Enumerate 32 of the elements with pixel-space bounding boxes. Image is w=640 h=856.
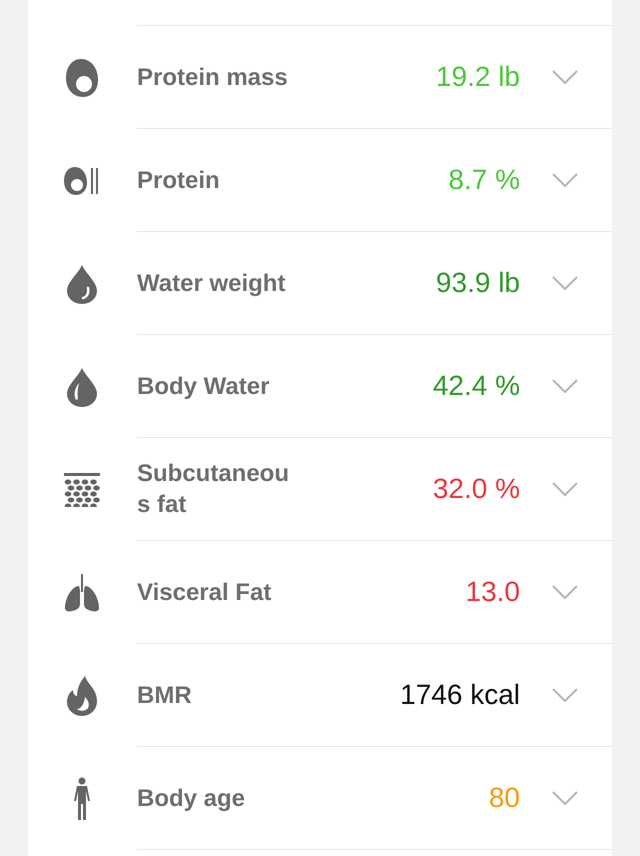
metric-value: 32.0 % [432,472,520,506]
metric-label: Protein mass [137,62,289,92]
egg-bars-icon [62,166,100,196]
chevron-down-icon[interactable] [552,379,578,393]
metric-label: Body Water [137,372,270,402]
metric-label: Body age [137,784,246,814]
chevron-down-icon[interactable] [552,585,578,599]
flame-icon [64,674,98,716]
lungs-icon [64,574,100,612]
metric-value: 93.9 lb [436,266,520,300]
chevron-down-icon[interactable] [552,791,578,805]
chevron-down-icon[interactable] [552,173,578,187]
drop-icon [66,264,98,304]
egg-icon [64,58,98,98]
chevron-down-icon[interactable] [552,70,578,84]
metric-label: Protein [137,166,221,196]
metric-value: 42.4 % [432,369,520,403]
metric-label: Subcutaneou s fat [137,459,290,520]
chevron-down-icon[interactable] [552,482,578,496]
metric-label: BMR [137,680,193,710]
chevron-down-icon[interactable] [552,688,578,702]
fat-layer-icon [64,472,100,506]
metric-value: 80 [488,781,520,815]
chevron-down-icon[interactable] [552,276,578,290]
metric-value: 19.2 lb [436,60,520,94]
metric-label: Water weight [137,268,286,298]
metric-value: 13.0 [466,575,520,609]
metric-value: 8.7 % [448,163,520,197]
drop-icon [66,366,98,406]
human-figure-icon [72,776,90,820]
metric-label: Visceral Fat [137,578,272,608]
metric-value: 1746 kcal [400,678,520,712]
